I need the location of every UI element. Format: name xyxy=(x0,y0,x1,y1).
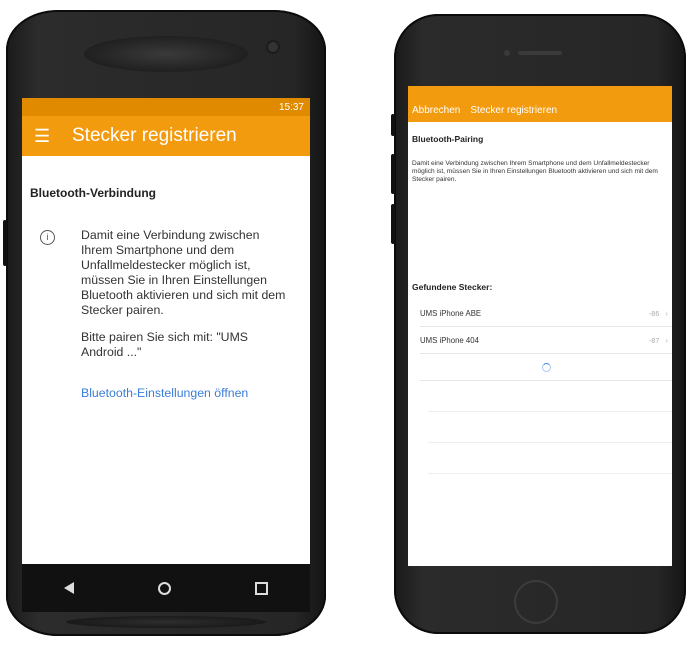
volume-up-button xyxy=(391,154,395,194)
device-signal: -86 xyxy=(649,310,660,318)
section-title: Bluetooth-Verbindung xyxy=(30,186,156,200)
device-list: UMS iPhone ABE -86 › UMS iPhone 404 -87 … xyxy=(408,300,672,474)
device-name: UMS iPhone 404 xyxy=(420,335,479,345)
empty-list-row xyxy=(428,412,672,443)
chevron-right-icon: › xyxy=(665,335,668,345)
recents-square-icon[interactable] xyxy=(255,581,268,595)
iphone: Abbrechen Stecker registrieren Bluetooth… xyxy=(391,14,686,634)
iphone-status-bar xyxy=(408,86,672,98)
cancel-button[interactable]: Abbrechen xyxy=(412,105,460,116)
info-text: Damit eine Verbindung zwischen Ihrem Sma… xyxy=(81,228,286,317)
iphone-nav-bar: Abbrechen Stecker registrieren xyxy=(408,98,672,122)
home-button[interactable] xyxy=(514,580,558,624)
front-camera xyxy=(268,42,278,52)
device-row[interactable]: UMS iPhone 404 -87 › xyxy=(420,327,672,354)
mute-switch xyxy=(391,114,395,136)
device-row[interactable]: UMS iPhone ABE -86 › xyxy=(420,300,672,327)
empty-list-row xyxy=(428,443,672,474)
bluetooth-settings-link[interactable]: Bluetooth-Einstellungen öffnen xyxy=(81,386,293,401)
nav-title: Stecker registrieren xyxy=(470,104,558,116)
pairing-description: Damit eine Verbindung zwischen Ihrem Sma… xyxy=(412,160,658,183)
android-nav-bar xyxy=(22,564,310,612)
android-status-bar: 15:37 xyxy=(22,98,310,116)
android-screen: 15:37 ☰ Stecker registrieren Bluetooth-V… xyxy=(22,98,310,564)
loading-row xyxy=(420,354,672,381)
android-app-bar: ☰ Stecker registrieren xyxy=(22,116,310,156)
iphone-content: Bluetooth-Pairing Damit eine Verbindung … xyxy=(408,134,672,292)
android-content: Bluetooth-Verbindung i Damit eine Verbin… xyxy=(22,186,310,401)
bottom-speaker-grille xyxy=(66,616,266,628)
pair-instruction: Bitte pairen Sie sich mit: "UMS Android … xyxy=(81,330,249,359)
earpiece-speaker xyxy=(84,36,248,72)
iphone-screen: Abbrechen Stecker registrieren Bluetooth… xyxy=(408,86,672,566)
info-row: i Damit eine Verbindung zwischen Ihrem S… xyxy=(30,228,302,401)
home-circle-icon[interactable] xyxy=(158,581,171,595)
front-camera xyxy=(504,50,510,56)
info-icon: i xyxy=(40,230,55,245)
pairing-heading: Bluetooth-Pairing xyxy=(412,134,484,144)
volume-button xyxy=(3,220,7,266)
device-name: UMS iPhone ABE xyxy=(420,308,482,318)
earpiece-speaker xyxy=(518,51,562,55)
android-phone: 15:37 ☰ Stecker registrieren Bluetooth-V… xyxy=(3,10,326,636)
app-bar-title: Stecker registrieren xyxy=(72,125,237,146)
device-signal: -87 xyxy=(649,337,660,345)
volume-down-button xyxy=(391,204,395,244)
info-block: Damit eine Verbindung zwischen Ihrem Sma… xyxy=(81,228,293,401)
found-devices-heading: Gefundene Stecker: xyxy=(412,282,493,292)
back-triangle-icon[interactable] xyxy=(64,582,74,594)
loading-spinner-icon xyxy=(541,362,551,372)
status-clock: 15:37 xyxy=(278,101,304,113)
empty-list-row xyxy=(428,381,672,412)
hamburger-icon[interactable]: ☰ xyxy=(34,126,62,147)
chevron-right-icon: › xyxy=(665,308,668,318)
